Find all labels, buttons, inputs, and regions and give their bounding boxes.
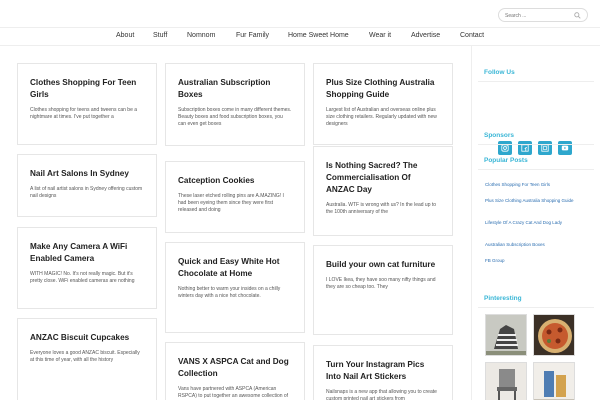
search-input[interactable]	[505, 10, 571, 21]
post-excerpt: Subscription boxes come in many differen…	[178, 107, 292, 127]
post-excerpt: I LOVE Ikea, they have soo many nifty th…	[326, 277, 436, 290]
pinterest-thumbnail[interactable]	[533, 314, 575, 356]
post-card[interactable]: Nail Art Salons In Sydney A list of nail…	[17, 154, 157, 217]
sidebar: Follow Us Sponsors Popular Posts Clothes…	[478, 46, 600, 400]
widget-divider	[478, 144, 594, 145]
search-box[interactable]	[498, 8, 588, 22]
post-card[interactable]: Catception Cookies These laser etched ro…	[165, 161, 305, 233]
post-title[interactable]: Build your own cat furniture	[326, 259, 440, 271]
instagram-icon	[501, 144, 509, 152]
sidebar-divider	[471, 46, 472, 400]
post-excerpt: Nothing better to warm your insides on a…	[178, 286, 281, 299]
nav-stuff[interactable]: Stuff	[153, 32, 167, 39]
popular-post-link[interactable]: FB Group	[485, 258, 595, 264]
nav-fur-family[interactable]: Fur Family	[236, 32, 269, 39]
post-title[interactable]: Catception Cookies	[178, 175, 292, 187]
post-card[interactable]: Is Nothing Sacred? The Commercialisation…	[313, 146, 453, 236]
nav-contact[interactable]: Contact	[460, 32, 484, 39]
post-card[interactable]: Build your own cat furniture I LOVE Ikea…	[313, 245, 453, 335]
nav-nomnom[interactable]: Nomnom	[187, 32, 215, 39]
post-excerpt: Clothes shopping for teens and tweens ca…	[30, 107, 138, 120]
facebook-icon	[521, 144, 529, 152]
nav-home-sweet-home[interactable]: Home Sweet Home	[288, 32, 349, 39]
post-excerpt: Nailsnaps is a new app that allowing you…	[326, 389, 437, 400]
post-title[interactable]: Turn Your Instagram Pics Into Nail Art S…	[326, 359, 440, 383]
post-card[interactable]: ANZAC Biscuit Cupcakes Everyone loves a …	[17, 318, 157, 400]
post-card[interactable]: Make Any Camera A WiFi Enabled Camera WI…	[17, 227, 157, 309]
popular-posts-title: Popular Posts	[484, 157, 528, 164]
post-title[interactable]: Clothes Shopping For Teen Girls	[30, 77, 144, 101]
main-nav: About Stuff Nomnom Fur Family Home Sweet…	[0, 28, 600, 46]
post-excerpt: WITH MAGIC! No. It's not really magic. B…	[30, 271, 135, 284]
youtube-icon	[561, 145, 569, 151]
pinterest-thumbnail[interactable]	[533, 362, 575, 400]
widget-divider	[478, 307, 594, 308]
post-title[interactable]: VANS X ASPCA Cat and Dog Collection	[178, 356, 292, 380]
popular-post-link[interactable]: Clothes Shopping For Teen Girls	[485, 182, 595, 188]
pinteresting-title: Pinteresting	[484, 295, 522, 302]
post-excerpt: Australia. WTF is wrong with us? In the …	[326, 202, 437, 215]
post-title[interactable]: Make Any Camera A WiFi Enabled Camera	[30, 241, 144, 265]
post-excerpt: A list of nail artist salons in Sydney o…	[30, 186, 143, 199]
popular-post-link[interactable]: Plus Size Clothing Australia Shopping Gu…	[485, 198, 595, 204]
post-title[interactable]: ANZAC Biscuit Cupcakes	[30, 332, 144, 344]
post-card[interactable]: Australian Subscription Boxes Subscripti…	[165, 63, 305, 146]
post-title[interactable]: Quick and Easy White Hot Chocolate at Ho…	[178, 256, 292, 280]
pizza-photo	[534, 315, 574, 355]
pinterest-thumbnail[interactable]	[485, 362, 527, 400]
post-card[interactable]: Plus Size Clothing Australia Shopping Gu…	[313, 63, 453, 145]
sponsors-title: Sponsors	[484, 132, 514, 139]
post-title[interactable]: Nail Art Salons In Sydney	[30, 168, 144, 180]
post-excerpt: These laser etched rolling pins are A.MA…	[178, 193, 284, 213]
search-icon[interactable]	[574, 12, 581, 19]
post-card[interactable]: Turn Your Instagram Pics Into Nail Art S…	[313, 345, 453, 400]
post-excerpt: Vans have partnered with ASPCA (American…	[178, 386, 289, 399]
post-excerpt: Everyone loves a good ANZAC biscuit. Esp…	[30, 350, 140, 363]
posts-grid: Clothes Shopping For Teen Girls Clothes …	[0, 46, 470, 400]
post-card[interactable]: Clothes Shopping For Teen Girls Clothes …	[17, 63, 157, 145]
post-title[interactable]: Is Nothing Sacred? The Commercialisation…	[326, 160, 440, 196]
product-photo	[534, 363, 574, 400]
email-icon	[541, 144, 549, 152]
popular-post-link[interactable]: Lifestyle Of A Crazy Cat And Dog Lady	[485, 220, 595, 226]
zebra-photo	[486, 315, 526, 355]
pinterest-thumbnail[interactable]	[485, 314, 527, 356]
post-excerpt: Largest list of Australian and overseas …	[326, 107, 437, 127]
post-card[interactable]: Quick and Easy White Hot Chocolate at Ho…	[165, 242, 305, 333]
widget-divider	[478, 169, 594, 170]
follow-us-title: Follow Us	[484, 69, 515, 76]
nav-advertise[interactable]: Advertise	[411, 32, 440, 39]
nav-wear-it[interactable]: Wear it	[369, 32, 391, 39]
post-title[interactable]: Plus Size Clothing Australia Shopping Gu…	[326, 77, 440, 101]
widget-divider	[478, 81, 594, 82]
nav-about[interactable]: About	[116, 32, 134, 39]
post-card[interactable]: VANS X ASPCA Cat and Dog Collection Vans…	[165, 342, 305, 400]
chair-photo	[486, 363, 526, 400]
popular-post-link[interactable]: Australian Subscription Boxes	[485, 242, 595, 248]
top-bar	[0, 0, 600, 28]
post-title[interactable]: Australian Subscription Boxes	[178, 77, 292, 101]
